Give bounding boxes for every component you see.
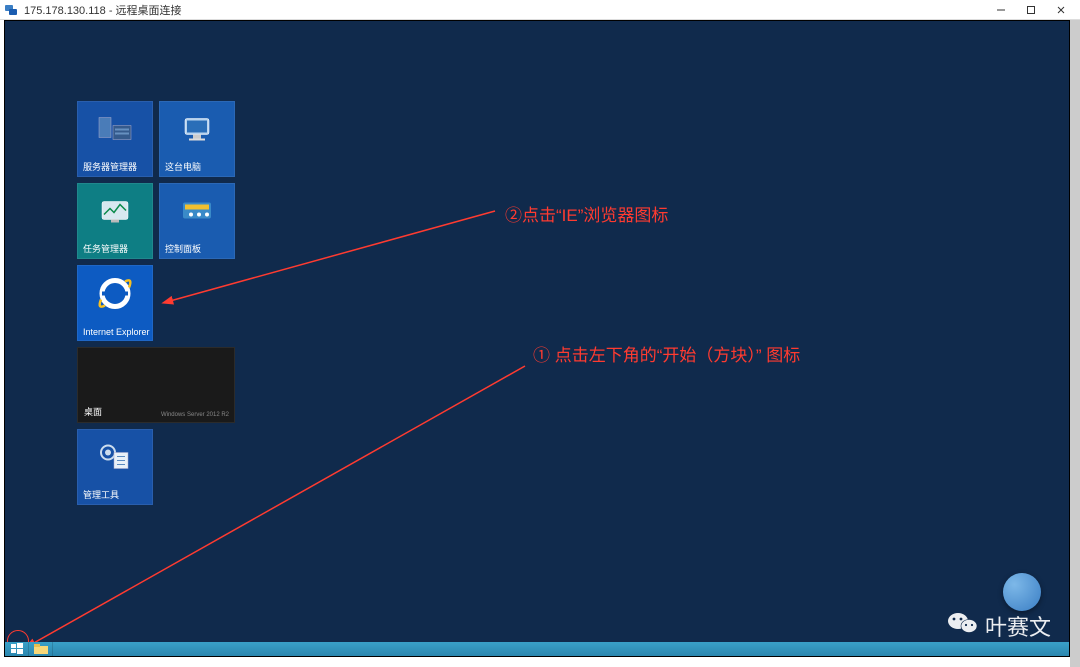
maximize-button[interactable] [1016,1,1046,19]
task-manager-icon [98,198,132,229]
internet-explorer-icon [95,273,135,318]
server-manager-icon [97,115,133,148]
rdp-icon [4,3,18,17]
admin-tools-icon [98,442,132,477]
window-title: 175.178.130.118 - 远程桌面连接 [24,2,182,18]
rdp-window-titlebar: 175.178.130.118 - 远程桌面连接 [0,0,1080,20]
tile-label: 控制面板 [160,239,234,258]
floating-badge[interactable] [1003,573,1041,611]
this-pc-icon [179,114,215,149]
tile-label: 管理工具 [78,485,152,504]
remote-desktop: 服务器管理器 这台电脑 [5,21,1069,656]
close-button[interactable] [1046,1,1076,19]
tile-desktop[interactable]: 桌面 Windows Server 2012 R2 [77,347,235,423]
tile-this-pc[interactable]: 这台电脑 [159,101,235,177]
tile-label: 任务管理器 [78,239,152,258]
tile-control-panel[interactable]: 控制面板 [159,183,235,259]
tile-label: 桌面 [84,405,102,418]
wechat-watermark: 叶赛文 [947,610,1051,642]
remote-session-frame: 服务器管理器 这台电脑 [4,20,1070,657]
window-controls [986,1,1076,19]
tile-server-manager[interactable]: 服务器管理器 [77,101,153,177]
start-button[interactable] [5,642,29,656]
tile-admin-tools[interactable]: 管理工具 [77,429,153,505]
start-tiles-group: 服务器管理器 这台电脑 [77,101,235,505]
tile-task-manager[interactable]: 任务管理器 [77,183,153,259]
minimize-button[interactable] [986,1,1016,19]
vertical-scrollbar[interactable] [1070,20,1080,667]
control-panel-icon [179,198,215,229]
tile-label: 这台电脑 [160,157,234,176]
wechat-author: 叶赛文 [985,610,1051,642]
wechat-icon [947,610,979,642]
taskbar [5,642,1069,656]
taskbar-explorer[interactable] [29,642,53,656]
annotation-ie-hint: ②点击“IE”浏览器图标 [505,201,668,226]
tile-label: Internet Explorer [78,324,152,340]
tile-label: 服务器管理器 [78,157,152,176]
tile-internet-explorer[interactable]: Internet Explorer [77,265,153,341]
desktop-watermark-text: Windows Server 2012 R2 [161,412,229,418]
annotation-start-hint: ① 点击左下角的“开始（方块）” 图标 [533,341,800,366]
